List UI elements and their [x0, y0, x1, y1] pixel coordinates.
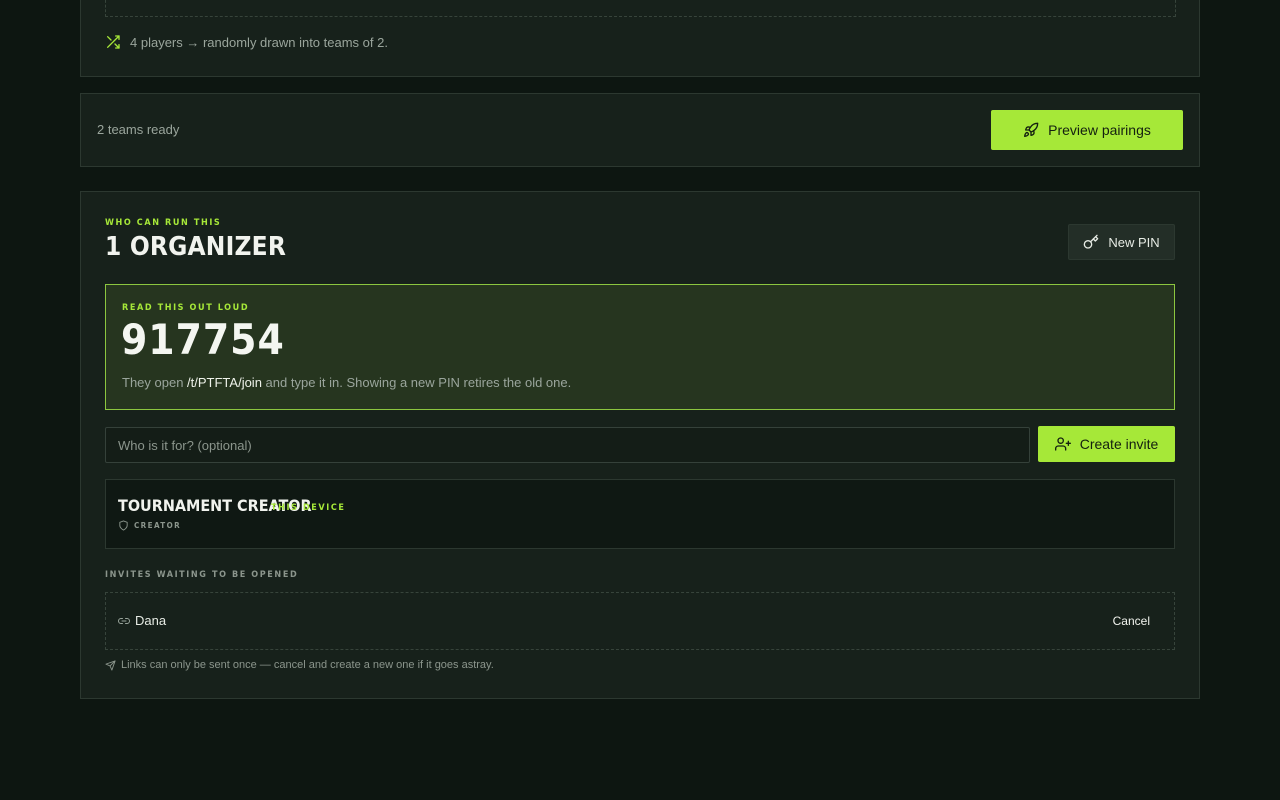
shuffle-icon [105, 34, 121, 50]
link-icon [118, 615, 130, 627]
create-invite-button[interactable]: Create invite [1038, 426, 1175, 462]
preview-pairings-label: Preview pairings [1048, 122, 1151, 138]
preview-pairings-button[interactable]: Preview pairings [991, 110, 1183, 150]
teams-ready-status: 2 teams ready [97, 122, 180, 137]
draw-summary: 4 players → randomly drawn into teams of… [105, 34, 388, 50]
invite-recipient-input[interactable] [105, 427, 1030, 463]
key-icon [1083, 234, 1099, 250]
user-plus-icon [1054, 436, 1071, 452]
pin-note-before: They open [122, 375, 188, 390]
pin-note-after: and type it in. Showing a new PIN retire… [261, 375, 572, 390]
draw-summary-text: 4 players → randomly drawn into teams of… [130, 34, 388, 50]
pin-code: 917754 [121, 315, 285, 364]
create-invite-label: Create invite [1079, 436, 1159, 452]
organizers-panel: Who can run this 1 organizer New PIN Rea… [80, 191, 1200, 699]
pin-eyebrow: Read this out loud [122, 303, 250, 313]
invite-footnote-text: Links can only be sent once — cancel and… [121, 659, 494, 671]
pending-invite-name: Dana [135, 613, 167, 628]
pin-instructions: They open /t/PTFTA/join and type it in. … [122, 375, 571, 390]
pending-invites-heading: Invites waiting to be opened [105, 570, 299, 580]
ready-bar: 2 teams ready Preview pairings [80, 93, 1200, 167]
pending-invite-recipient: Dana [118, 613, 166, 628]
shield-icon [118, 520, 129, 531]
new-pin-label: New PIN [1108, 234, 1160, 250]
send-icon [105, 659, 116, 671]
join-path: /t/PTFTA/join [187, 375, 262, 390]
invite-footnote: Links can only be sent once — cancel and… [105, 659, 494, 671]
team-slots-area [105, 0, 1176, 17]
cancel-invite-button[interactable]: Cancel [1113, 614, 1150, 628]
pending-invite-row: Dana Cancel [105, 592, 1175, 650]
pin-display: Read this out loud 917754 They open /t/P… [105, 284, 1175, 410]
organizer-role-label: Creator [134, 521, 182, 530]
new-pin-button[interactable]: New PIN [1068, 224, 1175, 260]
team-draw-panel: 4 players → randomly drawn into teams of… [80, 0, 1200, 77]
organizer-role: Creator [118, 520, 181, 531]
organizers-title: 1 organizer [105, 232, 287, 262]
organizer-card: Tournament Creator This device Creator [105, 479, 1175, 549]
organizers-eyebrow: Who can run this [105, 218, 222, 228]
rocket-icon [1023, 122, 1039, 138]
this-device-badge: This device [271, 503, 346, 513]
